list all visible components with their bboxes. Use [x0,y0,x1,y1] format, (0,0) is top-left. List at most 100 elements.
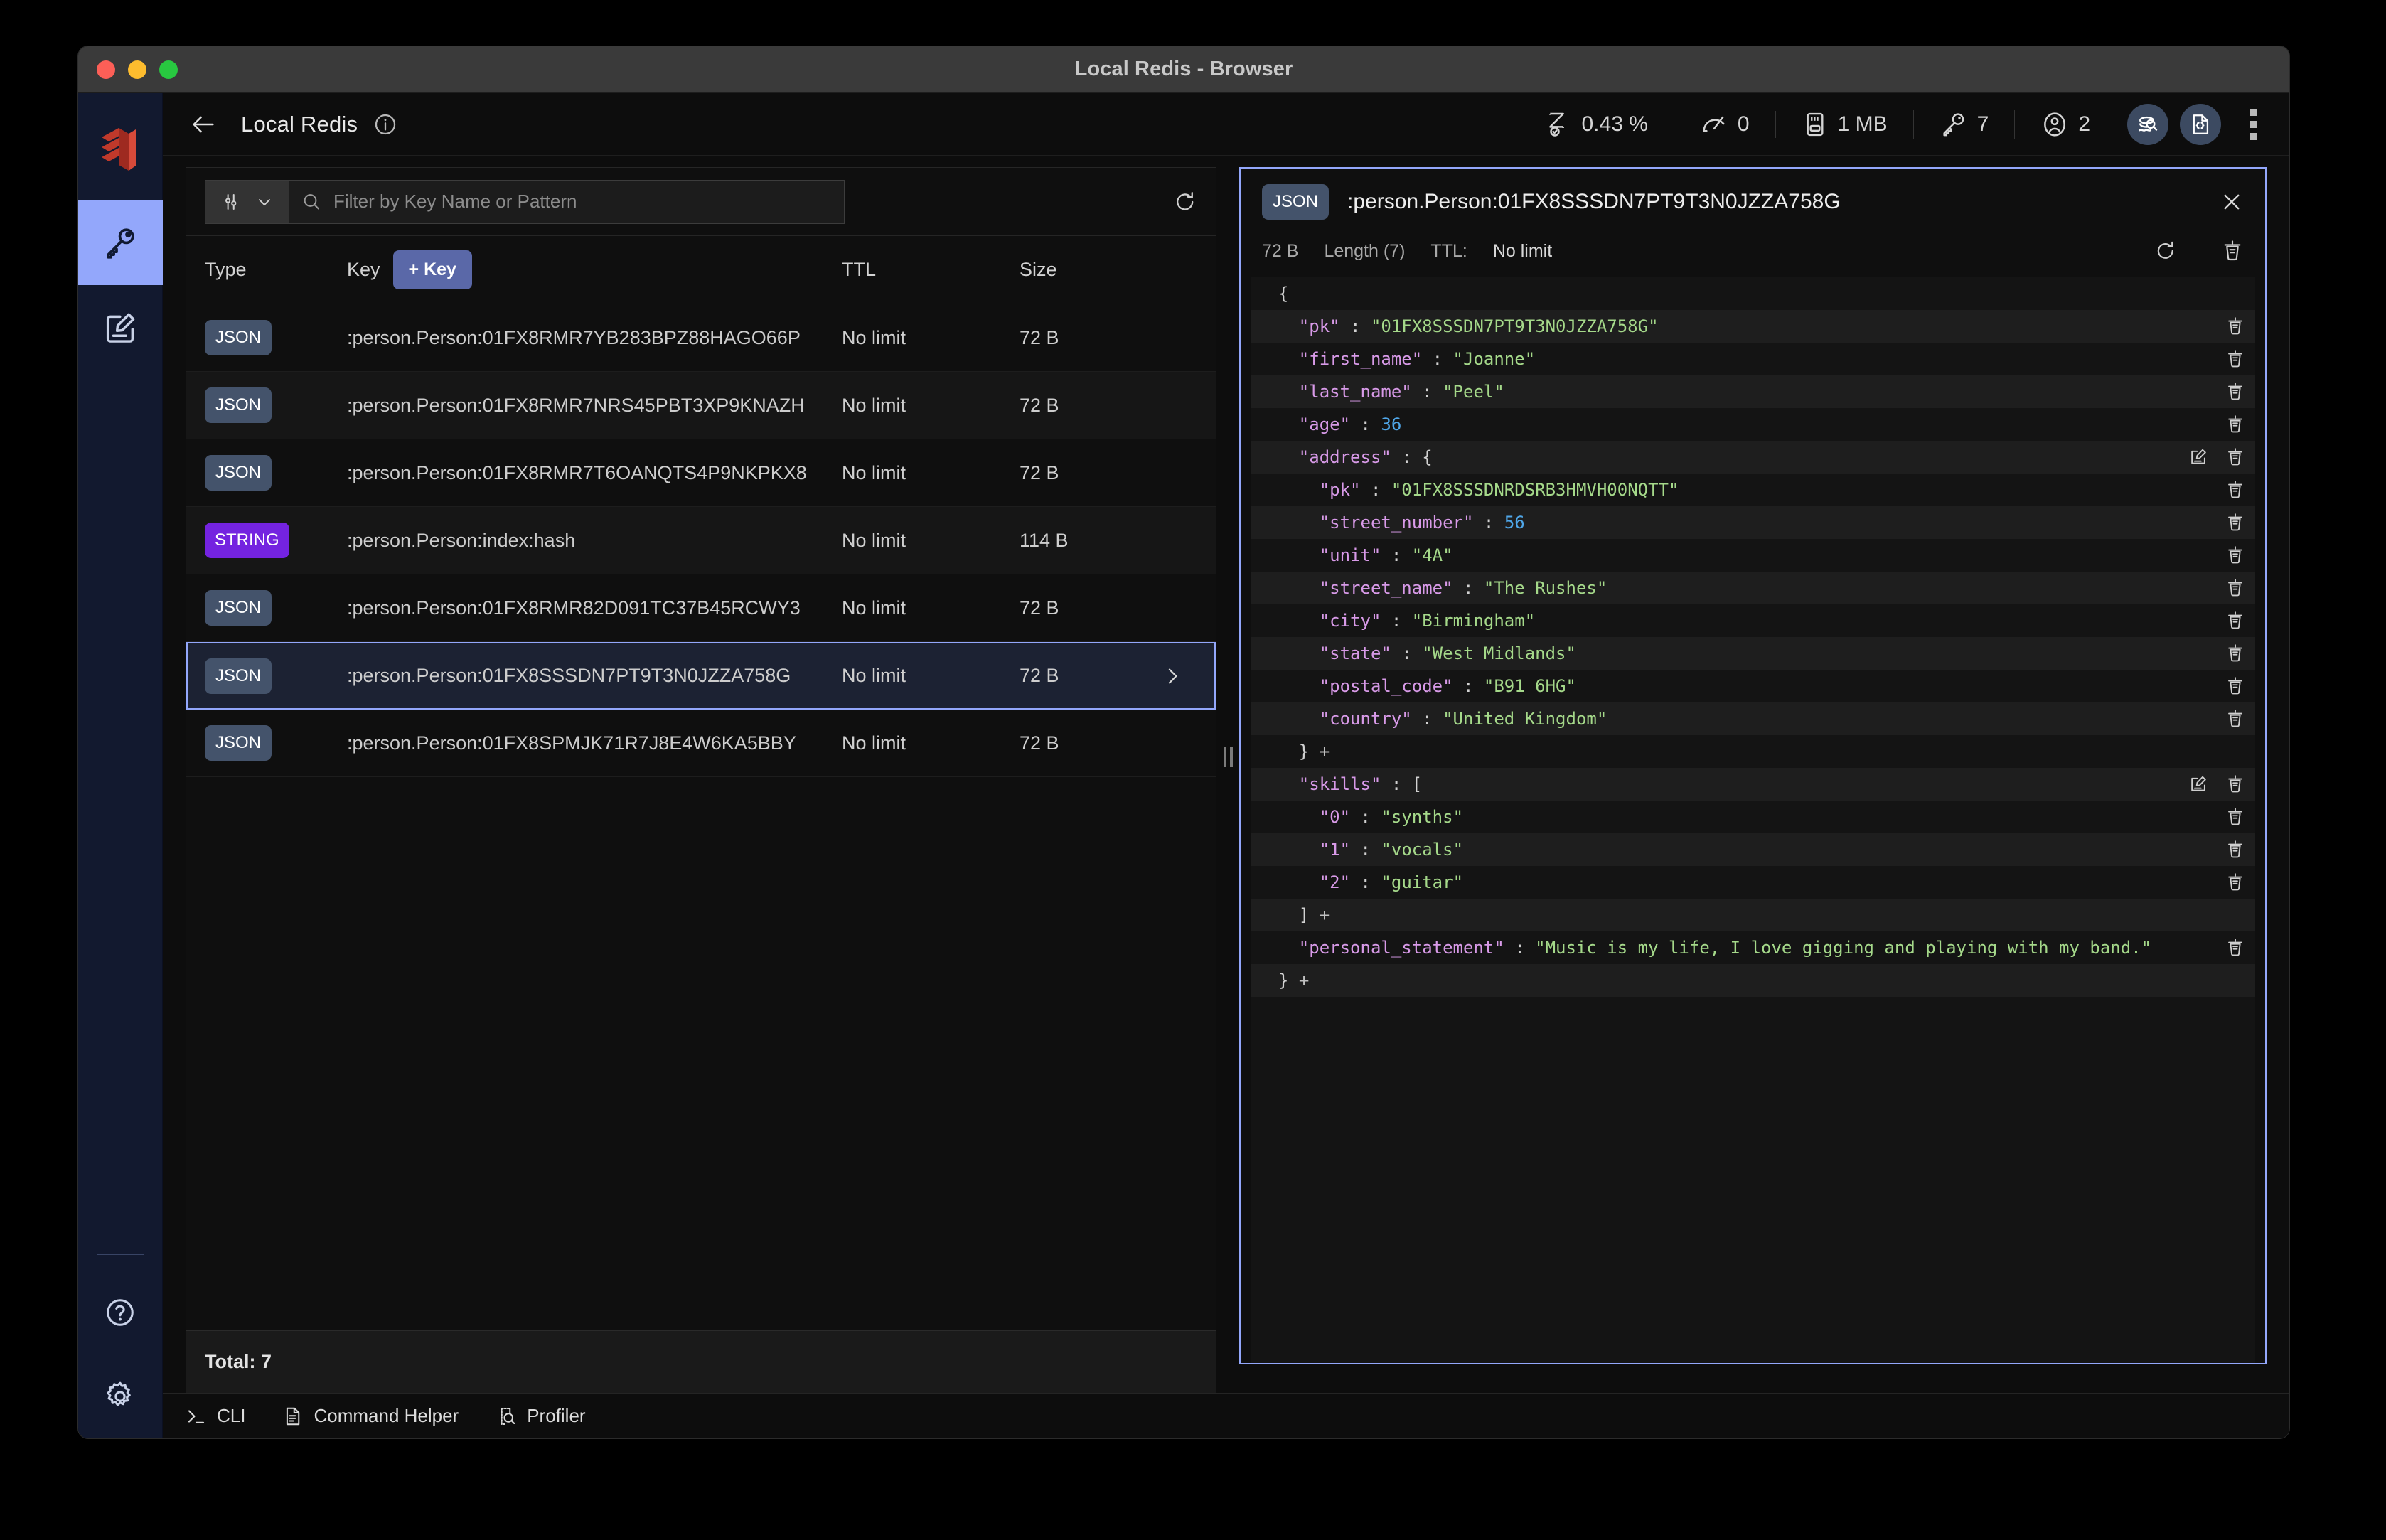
json-delete-button[interactable] [2225,382,2245,402]
json-delete-button[interactable] [2225,611,2245,631]
json-edit-button[interactable] [2188,447,2208,467]
key-rows: JSON:person.Person:01FX8RMR7YB283BPZ88HA… [186,304,1216,1330]
table-row[interactable]: JSON:person.Person:01FX8RMR7T6OANQTS4P9N… [186,439,1216,507]
detail-key-name[interactable]: :person.Person:01FX8SSSDN7PT9T3N0JZZA758… [1347,190,2201,214]
footer-item-command-helper[interactable]: Command Helper [282,1405,459,1427]
column-header-key[interactable]: Key [347,259,380,281]
detail-length: Length (7) [1324,240,1406,261]
json-delete-button[interactable] [2225,415,2245,434]
json-line[interactable]: "2" : "guitar" [1251,866,2255,899]
json-delete-button[interactable] [2225,840,2245,860]
json-edit-button[interactable] [2188,774,2208,794]
json-line[interactable]: ] + [1251,899,2255,931]
table-row[interactable]: JSON:person.Person:01FX8RMR7YB283BPZ88HA… [186,304,1216,372]
json-delete-button[interactable] [2225,807,2245,827]
column-header-type[interactable]: Type [205,259,347,281]
json-line[interactable]: "street_name" : "The Rushes" [1251,572,2255,604]
json-delete-button[interactable] [2225,513,2245,533]
json-line[interactable]: "street_number" : 56 [1251,506,2255,539]
close-window-button[interactable] [97,60,115,79]
json-line-content: "skills" : [ [1298,774,1423,794]
json-delete-button[interactable] [2225,938,2245,958]
json-delete-button[interactable] [2225,316,2245,336]
metric-clients: 2 [2014,109,2116,139]
json-line-content: "street_number" : 56 [1319,513,1525,533]
json-line[interactable]: "country" : "United Kingdom" [1251,702,2255,735]
detail-refresh-button[interactable] [2154,240,2177,262]
json-line[interactable]: "pk" : "01FX8SSSDNRDSRB3HMVH00NQTT" [1251,474,2255,506]
json-line[interactable]: "state" : "West Midlands" [1251,637,2255,670]
kebab-menu-button[interactable] [2237,108,2271,140]
json-line[interactable]: "pk" : "01FX8SSSDN7PT9T3N0JZZA758G" [1251,310,2255,343]
json-document-button[interactable] [2180,103,2221,145]
json-delete-button[interactable] [2225,676,2245,696]
sidebar-item-browser[interactable] [78,200,163,285]
row-open-arrow[interactable] [1147,665,1197,688]
json-line[interactable]: "postal_code" : "B91 6HG" [1251,670,2255,702]
json-line[interactable]: "last_name" : "Peel" [1251,375,2255,408]
maximize-window-button[interactable] [159,60,178,79]
json-line[interactable]: "address" : { [1251,441,2255,474]
json-line-content: "0" : "synths" [1319,807,1464,827]
search-icon [301,191,322,213]
json-line[interactable]: "skills" : [ [1251,768,2255,801]
json-line[interactable]: "1" : "vocals" [1251,833,2255,866]
sidebar-item-workbench[interactable] [78,285,163,370]
column-header-ttl[interactable]: TTL [842,259,1020,281]
row-type-badge: JSON [205,387,272,423]
redis-stack-search-button[interactable] [2127,103,2168,145]
row-type-badge: JSON [205,725,272,761]
row-key-name: :person.Person:01FX8RMR7NRS45PBT3XP9KNAZ… [347,394,805,416]
panel-splitter-handle[interactable] [1216,156,1239,1393]
footer-item-profiler[interactable]: Profiler [496,1405,586,1427]
json-line[interactable]: } + [1251,964,2255,997]
status-footer: CLI Command Helper Profiler [163,1393,2289,1438]
minimize-window-button[interactable] [128,60,146,79]
json-line[interactable]: "first_name" : "Joanne" [1251,343,2255,375]
table-row[interactable]: JSON:person.Person:01FX8RMR82D091TC37B45… [186,574,1216,642]
detail-ttl-value[interactable]: No limit [1493,241,1552,262]
json-delete-button[interactable] [2225,578,2245,598]
row-key-name: :person.Person:01FX8SSSDN7PT9T3N0JZZA758… [347,665,791,686]
table-row[interactable]: JSON:person.Person:01FX8SPMJK71R7J8E4W6K… [186,710,1216,777]
json-line[interactable]: { [1251,277,2255,310]
row-ttl: No limit [842,326,906,348]
filter-type-select[interactable] [205,180,289,223]
footer-item-cli[interactable]: CLI [186,1405,245,1427]
json-delete-button[interactable] [2225,545,2245,565]
table-row[interactable]: JSON :person.Person:01FX8RMR7NRS45PBT3XP9… [186,372,1216,439]
add-key-button[interactable]: + Key [392,250,472,289]
close-detail-button[interactable] [2220,190,2244,214]
json-line[interactable]: "personal_statement" : "Music is my life… [1251,931,2255,964]
json-line[interactable]: "age" : 36 [1251,408,2255,441]
column-header-size[interactable]: Size [1020,259,1147,281]
splitter-grip [1223,747,1226,767]
back-button[interactable] [187,108,220,141]
json-delete-button[interactable] [2225,643,2245,663]
json-delete-button[interactable] [2225,349,2245,369]
json-delete-button[interactable] [2225,447,2245,467]
json-line[interactable]: "0" : "synths" [1251,801,2255,833]
memory-card-icon [1802,111,1829,138]
json-delete-button[interactable] [2225,774,2245,794]
detail-delete-button[interactable] [2221,240,2244,262]
json-line-content: { [1278,284,1289,304]
json-value-viewer[interactable]: { "pk" : "01FX8SSSDN7PT9T3N0JZZA758G" "f… [1251,277,2255,1363]
sidebar-item-settings[interactable] [78,1354,163,1438]
table-row[interactable]: JSON:person.Person:01FX8SSSDN7PT9T3N0JZZ… [186,642,1216,710]
redis-stack-search-icon [2135,112,2161,137]
json-delete-button[interactable] [2225,709,2245,729]
sidebar-item-help[interactable] [78,1271,163,1354]
refresh-keys-button[interactable] [1152,190,1197,214]
info-icon[interactable] [373,112,397,137]
filter-input[interactable] [333,191,833,213]
row-size: 72 B [1020,597,1059,619]
row-type-badge: JSON [205,320,272,355]
footer-item-cli-label: CLI [217,1405,246,1426]
json-delete-button[interactable] [2225,480,2245,500]
json-line[interactable]: } + [1251,735,2255,768]
json-line[interactable]: "city" : "Birmingham" [1251,604,2255,637]
table-row[interactable]: STRING:person.Person:index:hash No limit 1… [186,507,1216,574]
json-delete-button[interactable] [2225,872,2245,892]
json-line[interactable]: "unit" : "4A" [1251,539,2255,572]
